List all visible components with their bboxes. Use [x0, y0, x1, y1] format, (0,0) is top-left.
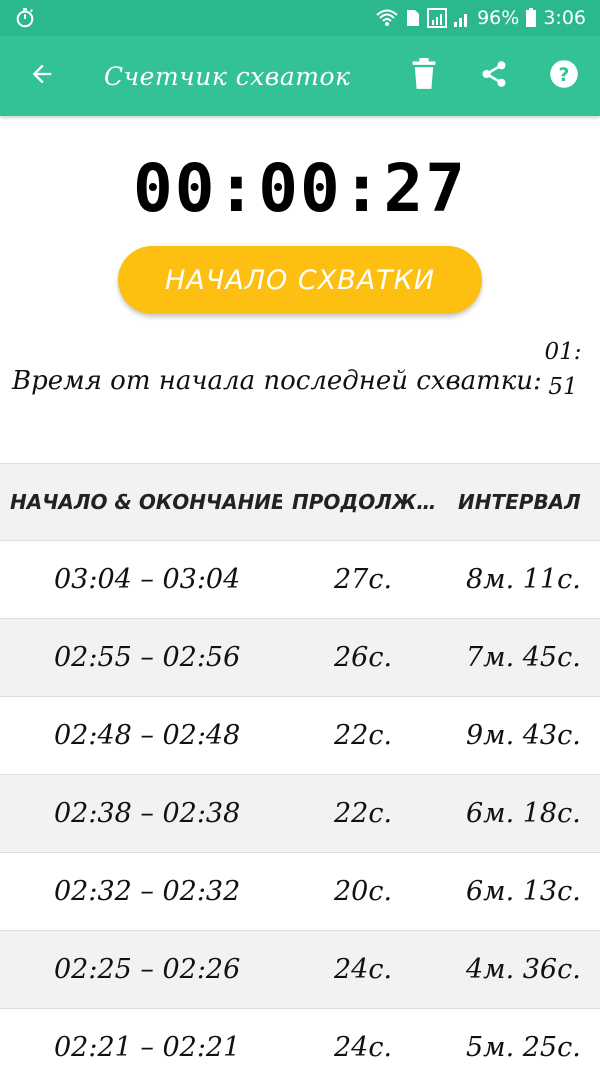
cell-range: 02:25 – 02:26: [54, 954, 241, 985]
signal-bars-icon: [453, 8, 471, 28]
table-row[interactable]: 02:48 – 02:48 22с. 9м. 43с.: [0, 697, 600, 775]
stopwatch-icon: [14, 7, 36, 29]
cell-range: 03:04 – 03:04: [54, 564, 241, 595]
status-bar: 96% 3:06: [0, 0, 600, 36]
share-icon: [479, 59, 509, 93]
contraction-list[interactable]: 03:04 – 03:04 27с. 8м. 11с. 02:55 – 02:5…: [0, 541, 600, 1066]
share-button[interactable]: [474, 56, 514, 96]
cell-duration: 26с.: [334, 642, 393, 673]
header-start-end[interactable]: НАЧАЛО & ОКОНЧАНИЕ: [10, 490, 282, 514]
header-interval[interactable]: ИНТЕРВАЛ: [458, 490, 590, 514]
cell-duration: 24с.: [334, 954, 393, 985]
table-header: НАЧАЛО & ОКОНЧАНИЕ ПРОДОЛЖИ... ИНТЕРВАЛ: [0, 463, 600, 541]
cell-range: 02:32 – 02:32: [54, 876, 241, 907]
cell-duration: 22с.: [334, 798, 393, 829]
app-title: Счетчик схваток: [104, 61, 351, 91]
cell-range: 02:21 – 02:21: [54, 1032, 241, 1063]
table-row[interactable]: 02:21 – 02:21 24с. 5м. 25с.: [0, 1009, 600, 1066]
trash-icon: [410, 58, 438, 94]
battery-percent: 96%: [477, 7, 520, 29]
table-row[interactable]: 02:38 – 02:38 22с. 6м. 18с.: [0, 775, 600, 853]
last-contraction-value: 01:51: [544, 339, 582, 400]
delete-button[interactable]: [404, 56, 444, 96]
cell-interval: 8м. 11с.: [466, 564, 581, 595]
cell-interval: 6м. 13с.: [466, 876, 581, 907]
cell-range: 02:48 – 02:48: [54, 720, 241, 751]
wifi-icon: [375, 8, 399, 28]
table-row[interactable]: 03:04 – 03:04 27с. 8м. 11с.: [0, 541, 600, 619]
table-row[interactable]: 02:55 – 02:56 26с. 7м. 45с.: [0, 619, 600, 697]
cell-duration: 27с.: [334, 564, 393, 595]
clock: 3:06: [543, 7, 586, 29]
help-button[interactable]: ?: [544, 56, 584, 96]
back-button[interactable]: [22, 56, 62, 96]
help-icon: ?: [549, 59, 579, 93]
app-bar: Счетчик схваток ?: [0, 36, 600, 116]
table-row[interactable]: 02:32 – 02:32 20с. 6м. 13с.: [0, 853, 600, 931]
contraction-timer: 00:00:27: [133, 150, 467, 227]
cell-range: 02:55 – 02:56: [54, 642, 241, 673]
table-row[interactable]: 02:25 – 02:26 24с. 4м. 36с.: [0, 931, 600, 1009]
cell-range: 02:38 – 02:38: [54, 798, 241, 829]
cell-interval: 7м. 45с.: [466, 642, 581, 673]
cell-duration: 22с.: [334, 720, 393, 751]
battery-icon: [525, 8, 537, 28]
cell-interval: 5м. 25с.: [466, 1032, 581, 1063]
last-contraction-label: Время от начала последней схватки:: [12, 366, 542, 396]
cell-interval: 6м. 18с.: [466, 798, 581, 829]
arrow-back-icon: [28, 60, 56, 92]
svg-text:?: ?: [559, 65, 570, 86]
header-duration[interactable]: ПРОДОЛЖИ...: [292, 490, 442, 514]
sim-icon: [405, 8, 421, 28]
cell-duration: 20с.: [334, 876, 393, 907]
cell-interval: 9м. 43с.: [466, 720, 581, 751]
signal-box-icon: [427, 8, 448, 28]
cell-duration: 24с.: [334, 1032, 393, 1063]
cell-interval: 4м. 36с.: [466, 954, 581, 985]
start-contraction-button[interactable]: НАЧАЛО СХВАТКИ: [118, 246, 482, 314]
